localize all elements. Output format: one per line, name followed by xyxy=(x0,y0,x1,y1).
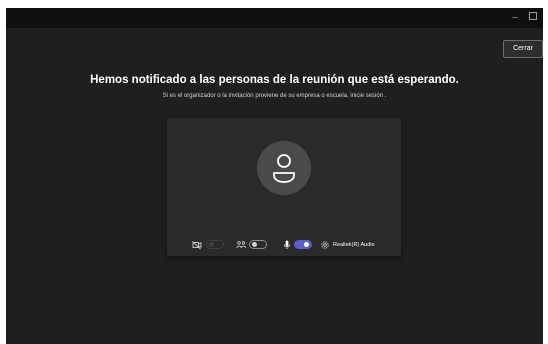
background-effects-toggle[interactable] xyxy=(249,240,267,249)
background-effects-icon[interactable] xyxy=(236,239,247,251)
preview-controls: Realtek(R) Audio xyxy=(167,239,401,251)
audio-device-selector[interactable]: Realtek(R) Audio xyxy=(333,240,375,250)
video-preview: Realtek(R) Audio xyxy=(167,118,401,256)
app-window: – Cerrar Hemos notificado a las personas… xyxy=(6,8,543,344)
microphone-toggle[interactable] xyxy=(294,240,312,249)
title-bar: – xyxy=(6,8,543,28)
page-title: Hemos notificado a las personas de la re… xyxy=(90,74,459,86)
maximize-icon xyxy=(529,12,537,20)
close-button[interactable]: Cerrar xyxy=(503,40,543,58)
camera-toggle[interactable] xyxy=(206,240,224,249)
person-icon xyxy=(273,154,295,183)
camera-off-icon xyxy=(192,239,202,251)
gear-icon[interactable] xyxy=(320,239,330,251)
minimize-button[interactable]: – xyxy=(508,12,522,24)
maximize-button[interactable] xyxy=(526,12,540,24)
avatar xyxy=(257,141,311,195)
microphone-icon xyxy=(283,239,291,251)
sign-in-hint: Si es el organizador o la invitación pro… xyxy=(162,93,387,99)
